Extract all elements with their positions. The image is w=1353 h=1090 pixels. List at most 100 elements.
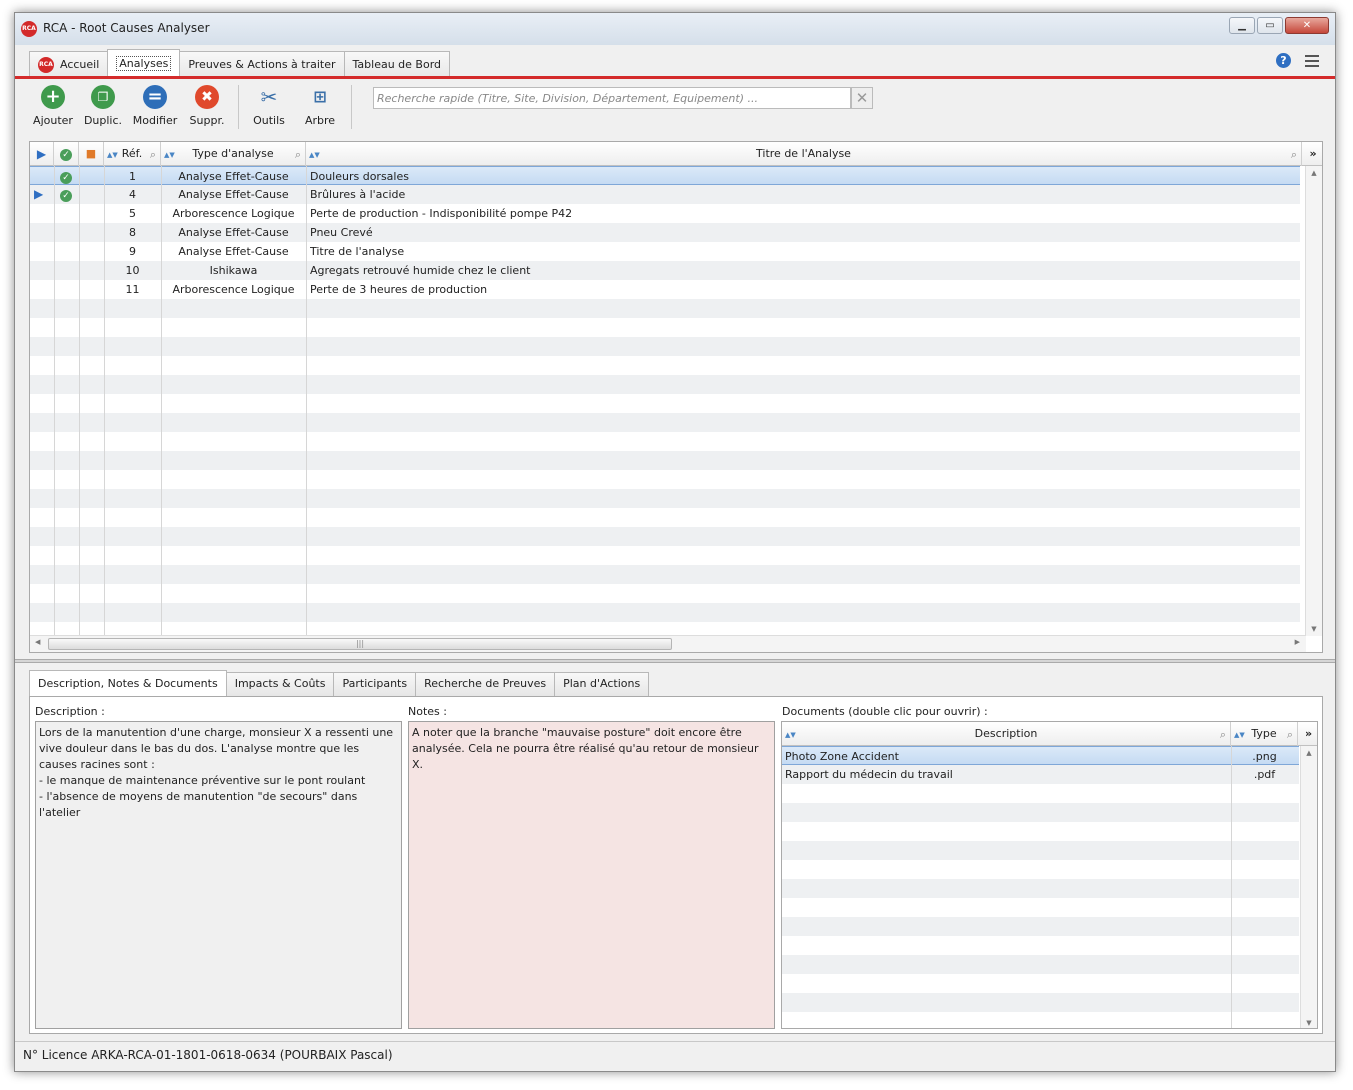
checked-cell bbox=[60, 204, 79, 223]
grid-header: ▶ ✓ ■ ▲▼ Réf. ⌕ ▲▼ Type d'analyse ⌕ ▲▼ T… bbox=[30, 142, 1322, 166]
empty-row bbox=[30, 470, 1300, 489]
current-row-column[interactable]: ▶ bbox=[30, 142, 54, 166]
table-row[interactable]: ✓ 1 Analyse Effet-Cause Douleurs dorsales bbox=[30, 166, 1300, 185]
ref-cell: 4 bbox=[129, 188, 136, 201]
scroll-down-icon[interactable]: ▼ bbox=[1301, 1019, 1317, 1027]
documents-label: Documents (double clic pour ouvrir) : bbox=[782, 705, 988, 718]
scroll-left-icon[interactable]: ◀ bbox=[35, 638, 40, 646]
title-bar[interactable]: RCA RCA - Root Causes Analyser ▁ ▭ ✕ bbox=[15, 13, 1335, 45]
tab-plan-actions[interactable]: Plan d'Actions bbox=[554, 672, 650, 696]
type-header-label: Type d'analyse bbox=[192, 147, 274, 160]
checked-cell: ✓ bbox=[60, 185, 79, 204]
panel-splitter[interactable] bbox=[15, 659, 1335, 663]
doc-description-header[interactable]: ▲▼ Description ⌕ bbox=[782, 722, 1231, 746]
tab-accueil[interactable]: RCA Accueil bbox=[29, 51, 109, 77]
filter-search-icon[interactable]: ⌕ bbox=[150, 143, 156, 167]
add-button[interactable]: + Ajouter bbox=[33, 85, 73, 127]
search-input[interactable]: Recherche rapide (Titre, Site, Division,… bbox=[373, 87, 851, 109]
scroll-up-icon[interactable]: ▲ bbox=[1301, 749, 1317, 757]
checked-cell: ✓ bbox=[60, 167, 79, 186]
table-row[interactable]: 5 Arborescence Logique Perte de production… bbox=[30, 204, 1300, 223]
scroll-right-icon[interactable]: ▶ bbox=[1295, 638, 1300, 646]
clear-search-icon[interactable]: ✕ bbox=[851, 87, 873, 109]
tab-label: Tableau de Bord bbox=[352, 58, 442, 71]
table-row[interactable]: 11 Arborescence Logique Perte de 3 heures … bbox=[30, 280, 1300, 299]
table-row[interactable]: 8 Analyse Effet-Cause Pneu Crevé bbox=[30, 223, 1300, 242]
doc-type-header[interactable]: ▲▼ Type ⌕ bbox=[1231, 722, 1298, 746]
more-columns-icon[interactable]: » bbox=[1302, 142, 1322, 166]
notes-textarea[interactable]: A noter que la branche "mauvaise posture… bbox=[408, 721, 775, 1029]
title-cell: Titre de l'analyse bbox=[310, 245, 405, 258]
description-textarea[interactable]: Lors de la manutention d'une charge, mon… bbox=[35, 721, 402, 1029]
close-button[interactable]: ✕ bbox=[1285, 17, 1329, 34]
check-icon: ✓ bbox=[60, 172, 72, 184]
description-label: Description : bbox=[35, 705, 105, 718]
minimize-button[interactable]: ▁ bbox=[1229, 17, 1255, 34]
scroll-down-icon[interactable]: ▼ bbox=[1306, 625, 1322, 633]
tab-label: Accueil bbox=[60, 58, 100, 71]
notes-label: Notes : bbox=[408, 705, 447, 718]
document-row[interactable]: Photo Zone Accident .png bbox=[782, 746, 1299, 765]
filter-search-icon[interactable]: ⌕ bbox=[1287, 723, 1293, 747]
checked-cell bbox=[60, 223, 79, 242]
filter-search-icon[interactable]: ⌕ bbox=[1291, 143, 1297, 167]
tab-impacts-couts[interactable]: Impacts & Coûts bbox=[225, 672, 335, 696]
detail-tabs: Description, Notes & Documents Impacts &… bbox=[29, 670, 650, 697]
maximize-button[interactable]: ▭ bbox=[1257, 17, 1283, 34]
ref-header-label: Réf. bbox=[121, 147, 143, 160]
sort-icon: ▲▼ bbox=[309, 151, 320, 159]
tree-icon: ⊞ bbox=[313, 87, 327, 106]
empty-row bbox=[782, 822, 1299, 841]
document-description-cell: Rapport du médecin du travail bbox=[785, 768, 953, 781]
scroll-up-icon[interactable]: ▲ bbox=[1306, 169, 1322, 177]
checked-cell bbox=[60, 280, 79, 299]
help-icon[interactable]: ? bbox=[1276, 53, 1291, 68]
empty-row bbox=[30, 299, 1300, 318]
checked-column[interactable]: ✓ bbox=[54, 142, 79, 166]
empty-row bbox=[782, 974, 1299, 993]
duplicate-button[interactable]: ❐ Duplic. bbox=[83, 85, 123, 127]
empty-row bbox=[30, 375, 1300, 394]
table-row[interactable]: 9 Analyse Effet-Cause Titre de l'analyse bbox=[30, 242, 1300, 261]
empty-row bbox=[30, 546, 1300, 565]
column-divider bbox=[79, 166, 80, 636]
license-text: N° Licence ARKA-RCA-01-1801-0618-0634 (P… bbox=[23, 1048, 393, 1062]
filter-search-icon[interactable]: ⌕ bbox=[295, 143, 301, 167]
more-columns-icon[interactable]: » bbox=[1298, 722, 1317, 746]
table-row[interactable]: 10 Ishikawa Agregats retrouvé humide chez … bbox=[30, 261, 1300, 280]
grid-horizontal-scrollbar[interactable]: ◀ ||| ▶ bbox=[30, 635, 1306, 652]
column-divider bbox=[54, 166, 55, 636]
column-divider bbox=[306, 166, 307, 636]
sort-icon: ▲▼ bbox=[107, 151, 118, 159]
document-row[interactable]: Rapport du médecin du travail .pdf bbox=[782, 765, 1299, 784]
locked-column[interactable]: ■ bbox=[79, 142, 104, 166]
filter-search-icon[interactable]: ⌕ bbox=[1220, 723, 1226, 747]
tab-tableau-de-bord[interactable]: Tableau de Bord bbox=[343, 51, 451, 77]
documents-vertical-scrollbar[interactable]: ▲ ▼ bbox=[1300, 746, 1317, 1028]
empty-row bbox=[30, 508, 1300, 527]
doc-type-header-label: Type bbox=[1251, 727, 1277, 740]
ref-column-header[interactable]: ▲▼ Réf. ⌕ bbox=[104, 142, 161, 166]
edit-button[interactable]: = Modifier bbox=[131, 85, 179, 127]
tab-preuves-actions[interactable]: Preuves & Actions à traiter bbox=[179, 51, 345, 77]
toolbar-separator bbox=[238, 85, 239, 129]
ref-cell: 8 bbox=[129, 226, 136, 239]
scroll-thumb[interactable]: ||| bbox=[48, 638, 672, 650]
tools-button[interactable]: ✂ Outils bbox=[249, 85, 289, 127]
grid-vertical-scrollbar[interactable]: ▲ ▼ bbox=[1305, 166, 1322, 636]
row-pointer-cell bbox=[34, 280, 54, 299]
delete-button[interactable]: ✖ Suppr. bbox=[187, 85, 227, 127]
tab-analyses[interactable]: Analyses bbox=[107, 49, 181, 77]
tab-participants[interactable]: Participants bbox=[333, 672, 417, 696]
tab-description-notes-documents[interactable]: Description, Notes & Documents bbox=[29, 670, 227, 697]
type-cell: Analyse Effet-Cause bbox=[178, 226, 289, 239]
menu-icon[interactable] bbox=[1305, 54, 1319, 67]
table-row[interactable]: ▶ ✓ 4 Analyse Effet-Cause Brûlures à l'acide bbox=[30, 185, 1300, 204]
tree-label: Arbre bbox=[304, 114, 336, 127]
title-column-header[interactable]: ▲▼ Titre de l'Analyse ⌕ bbox=[306, 142, 1302, 166]
type-cell: Analyse Effet-Cause bbox=[178, 170, 289, 183]
tree-button[interactable]: ⊞ Arbre bbox=[300, 85, 340, 127]
tab-recherche-preuves[interactable]: Recherche de Preuves bbox=[415, 672, 556, 696]
type-column-header[interactable]: ▲▼ Type d'analyse ⌕ bbox=[161, 142, 306, 166]
rca-logo-icon: RCA bbox=[38, 56, 54, 73]
